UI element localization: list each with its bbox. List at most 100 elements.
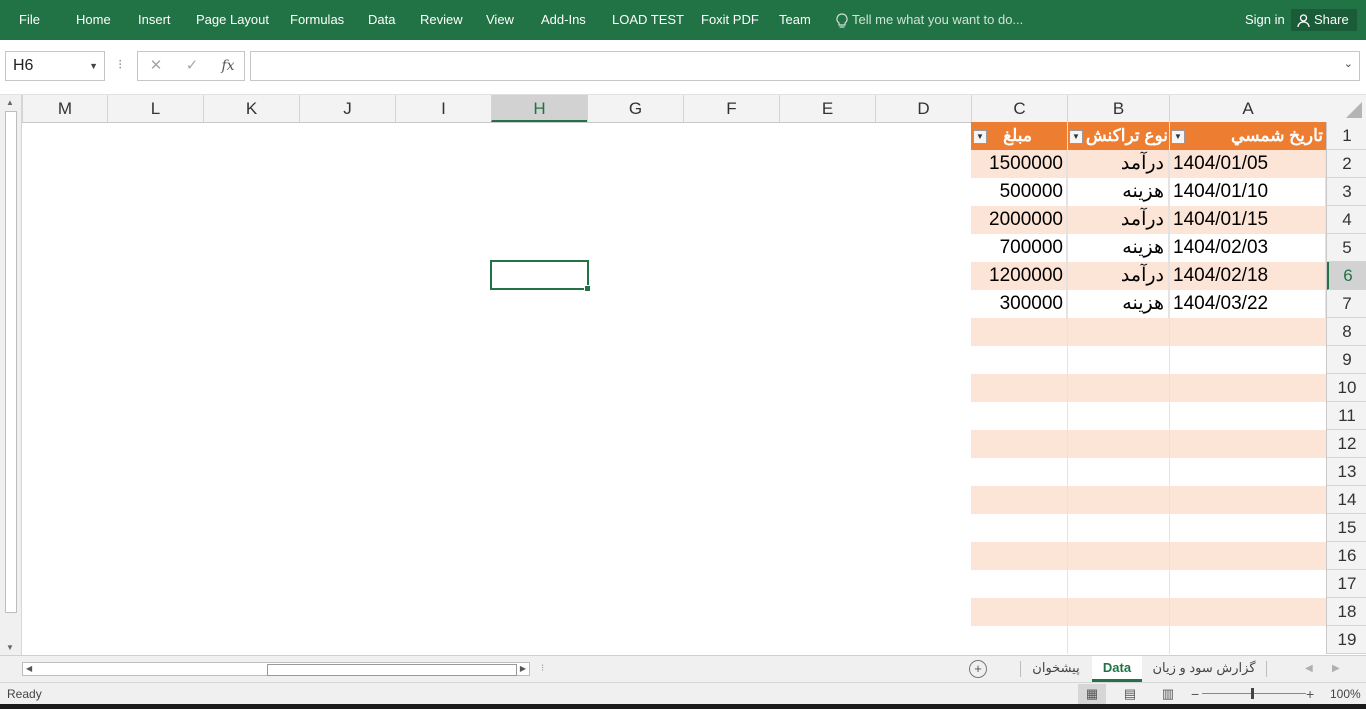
table-row-empty[interactable]	[971, 458, 1326, 486]
tab-team[interactable]: Team	[779, 0, 811, 40]
row-header[interactable]: 12	[1327, 430, 1366, 458]
header-shamsi-date[interactable]: تاريخ شمسي	[1171, 122, 1326, 150]
row-header-selected[interactable]: 6	[1327, 262, 1366, 290]
cell-date[interactable]: 1404/02/18	[1169, 262, 1326, 290]
cell-amount[interactable]: 1500000	[971, 150, 1067, 178]
vertical-scrollbar[interactable]: ▲ ▼	[0, 95, 22, 655]
table-row-empty[interactable]	[971, 598, 1326, 626]
zoom-slider-track[interactable]	[1202, 693, 1306, 694]
cell-date[interactable]: 1404/01/15	[1169, 206, 1326, 234]
cell-type[interactable]: هزینه	[1067, 290, 1169, 318]
zoom-level[interactable]: 100%	[1330, 683, 1361, 705]
tab-home[interactable]: Home	[76, 0, 111, 40]
scroll-up-icon[interactable]: ▲	[6, 98, 14, 107]
row-header[interactable]: 14	[1327, 486, 1366, 514]
cell-type[interactable]: درآمد	[1067, 150, 1169, 178]
header-transaction-type[interactable]: نوع تراکنش	[1068, 122, 1171, 150]
tab-view[interactable]: View	[486, 0, 514, 40]
row-header[interactable]: 9	[1327, 346, 1366, 374]
row-header[interactable]: 13	[1327, 458, 1366, 486]
filter-dropdown-icon[interactable]: ▼	[973, 130, 987, 144]
column-header-a[interactable]: A	[1169, 95, 1326, 122]
sheet-tab-dashboard[interactable]: پيشخوان	[1026, 656, 1086, 682]
column-header-k[interactable]: K	[203, 95, 299, 122]
table-row-empty[interactable]	[971, 626, 1326, 654]
cell-date[interactable]: 1404/02/03	[1169, 234, 1326, 262]
row-header[interactable]: 18	[1327, 598, 1366, 626]
table-row-empty[interactable]	[971, 402, 1326, 430]
cell-amount[interactable]: 1200000	[971, 262, 1067, 290]
row-header[interactable]: 4	[1327, 206, 1366, 234]
scroll-left-icon[interactable]: ◀	[26, 663, 32, 675]
tab-data[interactable]: Data	[368, 0, 395, 40]
cell-amount[interactable]: 700000	[971, 234, 1067, 262]
cell-type[interactable]: هزینه	[1067, 234, 1169, 262]
tab-insert[interactable]: Insert	[138, 0, 171, 40]
prev-sheet-icon[interactable]: ◀	[1305, 656, 1313, 682]
zoom-slider-knob[interactable]	[1251, 688, 1254, 699]
next-sheet-icon[interactable]: ▶	[1332, 656, 1340, 682]
zoom-in-icon[interactable]: +	[1306, 683, 1314, 705]
table-row-empty[interactable]	[971, 542, 1326, 570]
active-cell-selection[interactable]	[490, 260, 591, 292]
chevron-down-icon[interactable]: ▼	[89, 52, 98, 80]
tab-foxit-pdf[interactable]: Foxit PDF	[701, 0, 759, 40]
expand-formula-icon[interactable]: ⌄	[1344, 57, 1353, 70]
cell-date[interactable]: 1404/01/10	[1169, 178, 1326, 206]
column-header-f[interactable]: F	[683, 95, 779, 122]
column-header-i[interactable]: I	[395, 95, 491, 122]
name-box[interactable]: H6 ▼	[5, 51, 105, 81]
column-header-h[interactable]: H	[491, 95, 587, 122]
row-header[interactable]: 17	[1327, 570, 1366, 598]
cell-date[interactable]: 1404/01/05	[1169, 150, 1326, 178]
row-header[interactable]: 19	[1327, 626, 1366, 654]
column-header-l[interactable]: L	[107, 95, 203, 122]
scroll-thumb[interactable]	[5, 111, 17, 613]
cell-type[interactable]: درآمد	[1067, 262, 1169, 290]
row-header[interactable]: 10	[1327, 374, 1366, 402]
column-header-j[interactable]: J	[299, 95, 395, 122]
tab-load-test[interactable]: LOAD TEST	[612, 0, 684, 40]
sign-in-link[interactable]: Sign in	[1245, 0, 1285, 40]
cell-amount[interactable]: 2000000	[971, 206, 1067, 234]
scroll-right-icon[interactable]: ▶	[520, 663, 526, 675]
table-row-empty[interactable]	[971, 318, 1326, 346]
column-header-d[interactable]: D	[875, 95, 971, 122]
add-sheet-icon[interactable]: +	[969, 660, 987, 678]
tab-page-layout[interactable]: Page Layout	[196, 0, 269, 40]
cell-amount[interactable]: 500000	[971, 178, 1067, 206]
table-row-empty[interactable]	[971, 514, 1326, 542]
column-header-c[interactable]: C	[971, 95, 1067, 122]
scroll-down-icon[interactable]: ▼	[6, 643, 14, 652]
filter-dropdown-icon[interactable]: ▼	[1069, 130, 1083, 144]
column-header-g[interactable]: G	[587, 95, 683, 122]
formula-bar-grip[interactable]: ⁝	[118, 56, 122, 73]
split-grip-icon[interactable]: ⁝	[541, 656, 544, 682]
table-row-empty[interactable]	[971, 346, 1326, 374]
row-header[interactable]: 11	[1327, 402, 1366, 430]
table-row-empty[interactable]	[971, 430, 1326, 458]
cell-date[interactable]: 1404/03/22	[1169, 290, 1326, 318]
formula-input[interactable]: ⌄	[250, 51, 1360, 81]
page-break-view-icon[interactable]: ▥	[1154, 684, 1182, 704]
enter-icon[interactable]: ✓	[177, 52, 207, 80]
row-header[interactable]: 8	[1327, 318, 1366, 346]
share-button[interactable]: Share	[1291, 9, 1357, 31]
page-layout-view-icon[interactable]: ▤	[1116, 684, 1144, 704]
column-header-b[interactable]: B	[1067, 95, 1169, 122]
row-header[interactable]: 7	[1327, 290, 1366, 318]
filter-dropdown-icon[interactable]: ▼	[1171, 130, 1185, 144]
fill-handle[interactable]	[584, 285, 591, 292]
cell-type[interactable]: درآمد	[1067, 206, 1169, 234]
row-header[interactable]: 16	[1327, 542, 1366, 570]
tab-formulas[interactable]: Formulas	[290, 0, 344, 40]
tab-review[interactable]: Review	[420, 0, 463, 40]
tab-add-ins[interactable]: Add-Ins	[541, 0, 586, 40]
table-row-empty[interactable]	[971, 486, 1326, 514]
tell-me-search[interactable]: Tell me what you want to do...	[836, 0, 1023, 40]
row-header[interactable]: 3	[1327, 178, 1366, 206]
row-header[interactable]: 2	[1327, 150, 1366, 178]
horizontal-scrollbar[interactable]: ◀ ▶	[22, 662, 530, 676]
select-all-corner[interactable]	[1326, 95, 1366, 123]
cell-type[interactable]: هزینه	[1067, 178, 1169, 206]
